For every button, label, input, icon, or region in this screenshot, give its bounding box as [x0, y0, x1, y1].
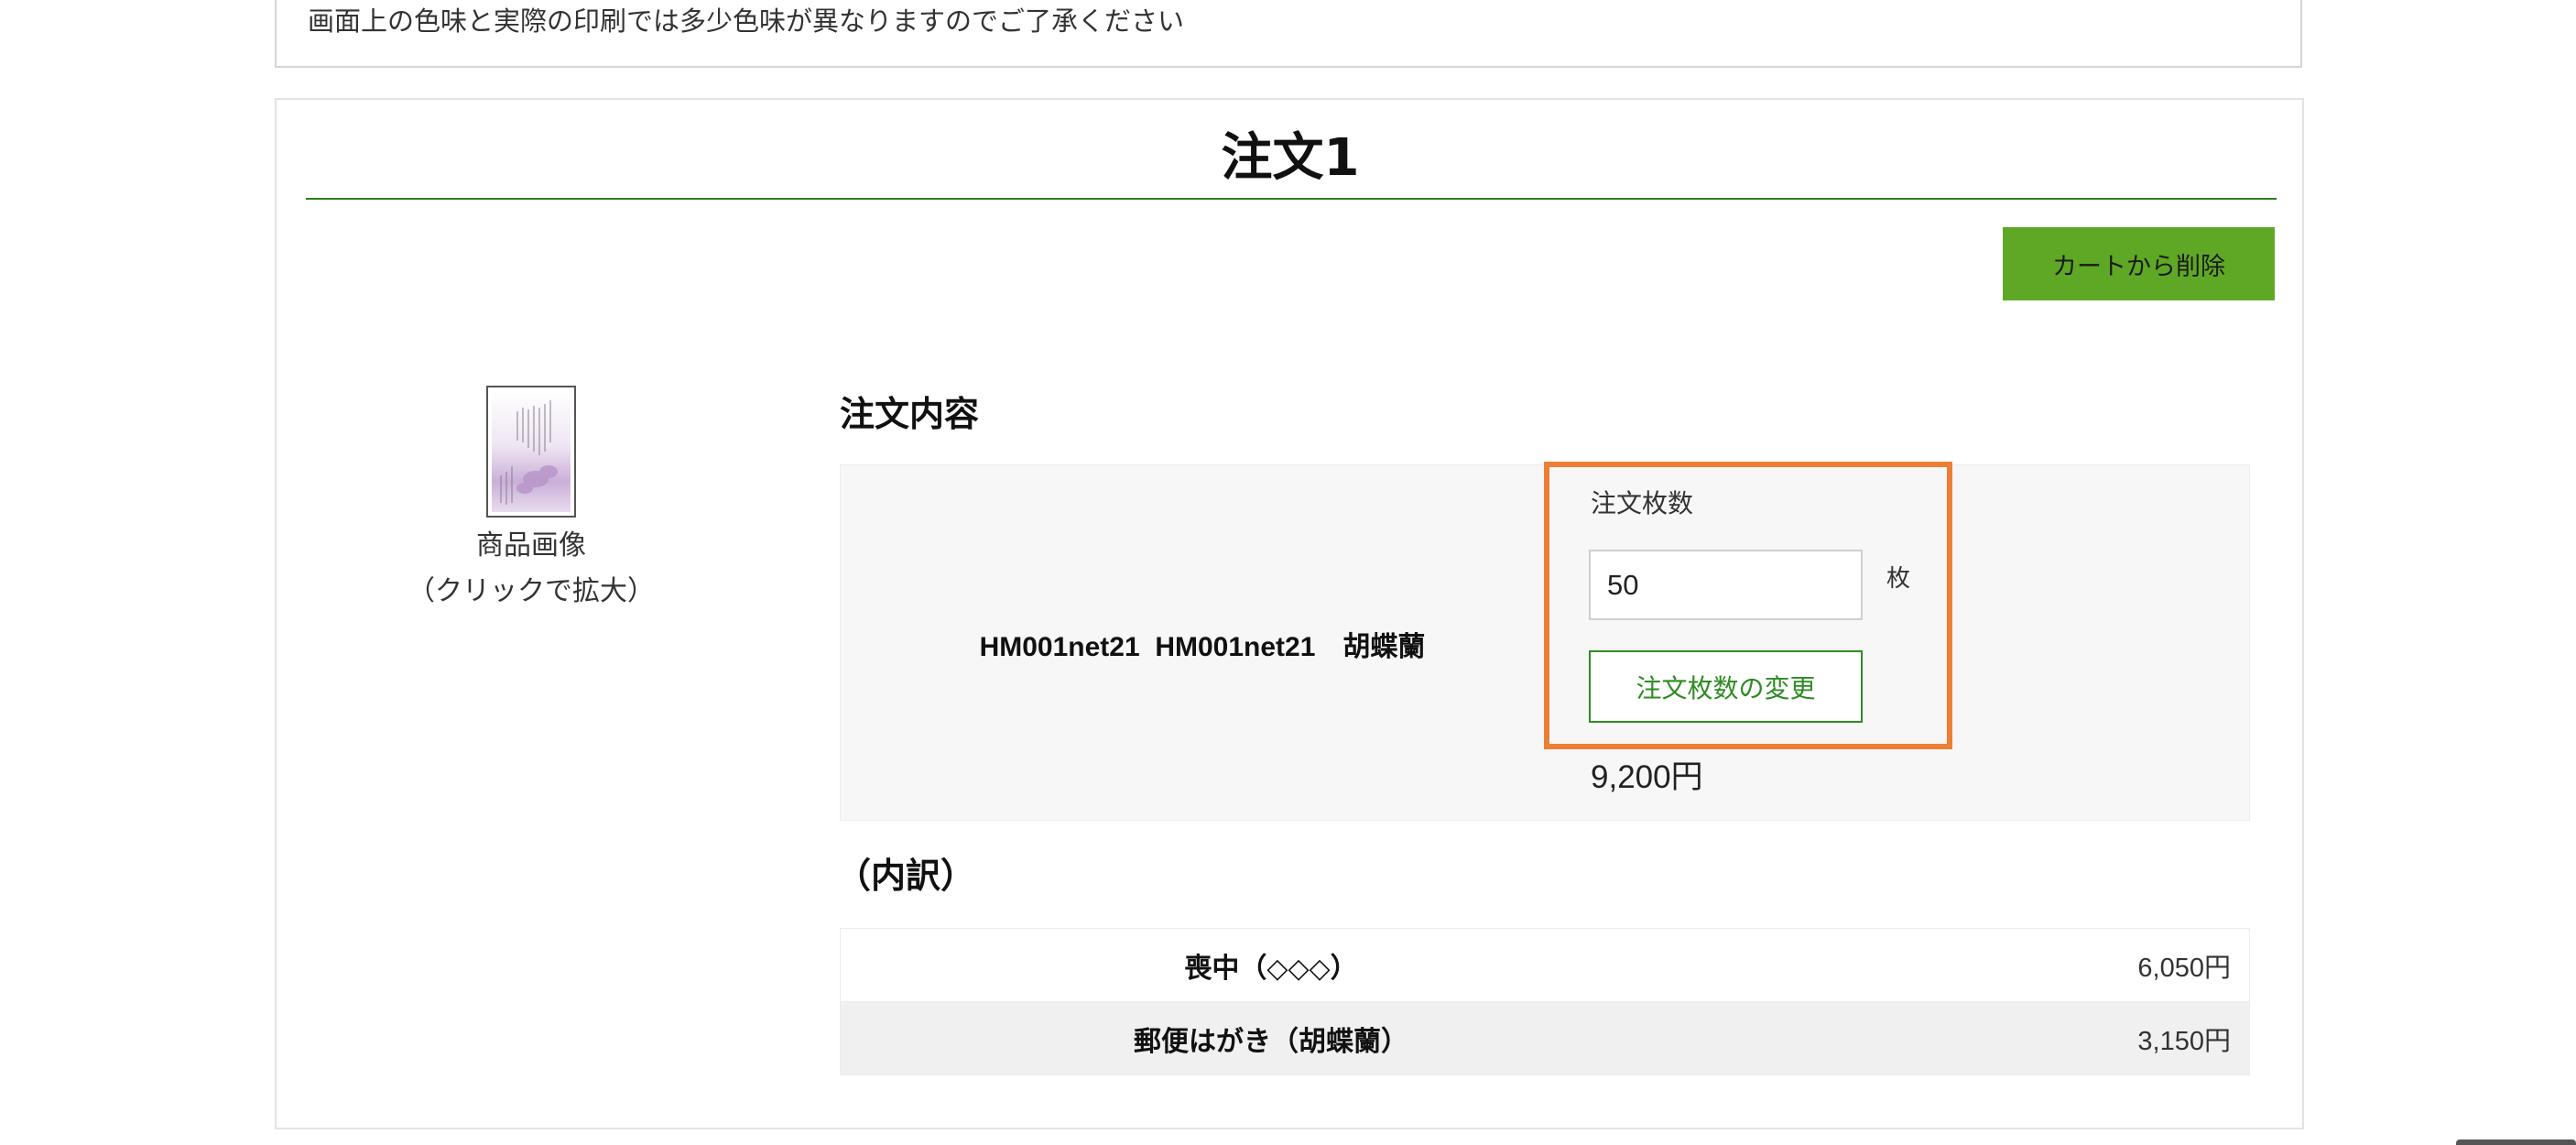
breakdown-item-price: 3,150円 — [2137, 1026, 2231, 1056]
breakdown-item-name: 郵便はがき（胡蝶蘭） — [1134, 1025, 1408, 1058]
breakdown-table: 喪中（◇◇◇） 6,050円 郵便はがき（胡蝶蘭） 3,150円 — [840, 928, 2250, 1075]
color-notice-text: 画面上の色味と実際の印刷では多少色味が異なりますのでご了承ください — [308, 5, 1185, 37]
page-top-tab[interactable] — [2456, 1140, 2576, 1145]
quantity-label: 注文枚数 — [1591, 488, 1694, 518]
order-panel: 注文1 カートから削除 商品画像 （クリックで拡大） 注文内容 HM001net… — [275, 98, 2304, 1129]
order-details-heading: 注文内容 — [840, 394, 980, 434]
breakdown-item-name: 喪中（◇◇◇） — [1184, 952, 1358, 985]
order-total-price: 9,200円 — [1591, 759, 1703, 795]
order-title: 注文1 — [1221, 128, 1360, 188]
postcard-thumbnail-icon — [492, 391, 571, 512]
quantity-unit: 枚 — [1886, 565, 1911, 593]
breakdown-heading: （内訳） — [836, 856, 976, 896]
product-name: HM001net21 HM001net21 胡蝶蘭 — [979, 631, 1426, 662]
color-notice-box: 画面上の色味と実際の印刷では多少色味が異なりますのでご了承ください — [275, 0, 2302, 68]
product-image-thumbnail[interactable] — [486, 386, 576, 518]
change-quantity-button[interactable]: 注文枚数の変更 — [1589, 650, 1863, 723]
product-image-caption[interactable]: 商品画像 （クリックで拡大） — [368, 523, 694, 615]
breakdown-row: 郵便はがき（胡蝶蘭） 3,150円 — [841, 1002, 2249, 1074]
quantity-input[interactable] — [1589, 550, 1863, 620]
order-details-box: HM001net21 HM001net21 胡蝶蘭 注文枚数 枚 注文枚数の変更… — [840, 462, 2250, 821]
product-image-caption-line2: （クリックで拡大） — [408, 575, 655, 607]
title-divider — [306, 198, 2277, 200]
breakdown-row: 喪中（◇◇◇） 6,050円 — [841, 929, 2249, 1002]
remove-from-cart-button[interactable]: カートから削除 — [2003, 227, 2275, 300]
product-image-caption-line1: 商品画像 — [476, 529, 586, 562]
breakdown-item-price: 6,050円 — [2137, 953, 2231, 983]
